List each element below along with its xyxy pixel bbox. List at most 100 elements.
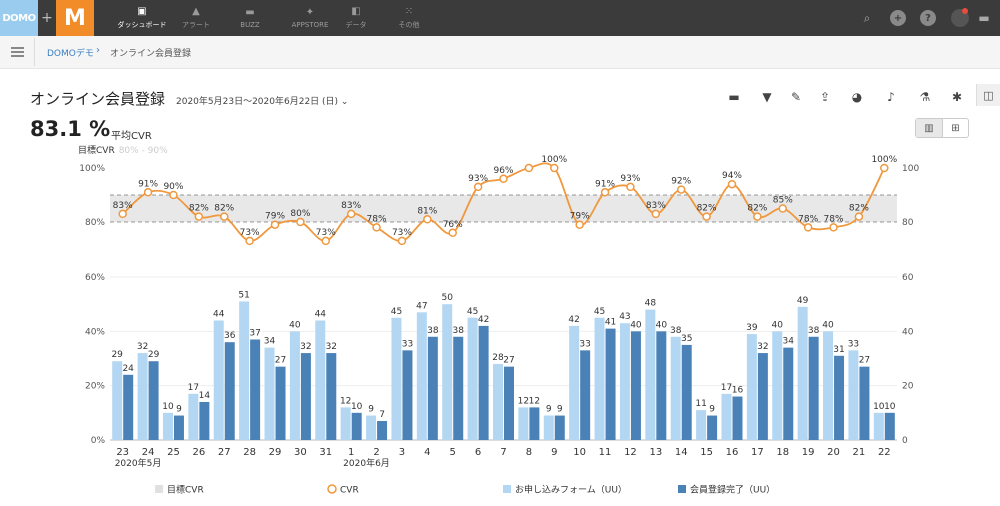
x-tick-label: 16 <box>726 447 739 458</box>
cvr-point <box>803 223 813 232</box>
bar-form-uu <box>594 317 605 440</box>
bar-registration-uu <box>554 415 565 440</box>
cvr-data-label: 81% <box>417 206 437 216</box>
cvr-data-label: 78% <box>798 214 818 224</box>
y-tick-label-right: 40 <box>902 327 914 337</box>
y-tick-label-left: 100% <box>79 164 105 174</box>
cvr-point <box>702 212 711 221</box>
x-month-label: 2020年6月 <box>343 457 390 469</box>
cvr-point <box>651 209 661 219</box>
bar-form-uu <box>391 317 402 440</box>
bar-registration-uu <box>250 339 261 440</box>
bar-form-uu <box>873 412 884 440</box>
y-tick-label-left: 60% <box>85 273 105 283</box>
bar-form-uu <box>772 331 783 440</box>
cvr-point <box>245 236 254 246</box>
bar-data-label: 12 <box>529 396 540 406</box>
bar-data-label: 17 <box>188 383 199 393</box>
y-tick-label-left: 0% <box>91 436 106 446</box>
bar-data-label: 38 <box>808 326 820 336</box>
bar-form-uu <box>721 393 732 440</box>
bar-data-label: 24 <box>122 364 134 374</box>
cvr-data-label: 100% <box>871 155 897 165</box>
bar-form-uu <box>467 317 478 440</box>
cvr-point <box>829 223 838 232</box>
bar-data-label: 27 <box>859 356 870 366</box>
cvr-data-label: 100% <box>541 155 567 165</box>
cvr-data-label: 90% <box>163 182 183 192</box>
bar-data-label: 34 <box>264 337 276 347</box>
x-tick-label: 25 <box>167 447 180 458</box>
cvr-data-label: 73% <box>240 228 260 238</box>
cvr-point <box>448 228 457 238</box>
bar-data-label: 35 <box>681 334 692 344</box>
bar-data-label: 10 <box>873 402 885 412</box>
bar-registration-uu <box>351 412 362 440</box>
x-tick-label: 2 <box>373 447 379 458</box>
bar-data-label: 40 <box>822 320 834 330</box>
cvr-data-label: 83% <box>646 201 666 211</box>
bar-data-label: 31 <box>833 345 844 355</box>
bar-form-uu <box>442 304 453 440</box>
bar-registration-uu <box>478 325 489 440</box>
x-tick-label: 4 <box>424 447 430 458</box>
bar-registration-uu <box>656 331 667 440</box>
bar-registration-uu <box>173 415 184 440</box>
bar-data-label: 39 <box>746 323 758 333</box>
cvr-point <box>473 182 483 192</box>
cvr-data-label: 83% <box>341 201 361 211</box>
cvr-data-label: 79% <box>265 212 285 222</box>
cvr-combo-chart: 100% 10080% 8060% 6040% 4020% 200% 02924233229… <box>79 155 919 496</box>
bar-form-uu <box>137 353 148 440</box>
bar-data-label: 27 <box>503 356 514 366</box>
x-tick-label: 7 <box>500 447 506 458</box>
bar-form-uu <box>188 393 199 440</box>
bar-registration-uu <box>808 336 819 440</box>
x-tick-label: 31 <box>319 447 332 458</box>
cvr-data-label: 78% <box>824 214 844 224</box>
cvr-data-label: 82% <box>189 204 209 214</box>
cvr-data-label: 93% <box>468 174 488 184</box>
cvr-data-label: 82% <box>747 204 767 214</box>
bar-registration-uu <box>630 331 641 440</box>
x-tick-label: 17 <box>751 447 764 458</box>
x-tick-label: 6 <box>475 447 481 458</box>
bar-data-label: 9 <box>368 405 374 415</box>
bar-data-label: 32 <box>137 342 148 352</box>
bar-data-label: 42 <box>568 315 579 325</box>
bar-data-label: 11 <box>695 399 706 409</box>
cvr-data-label: 78% <box>367 214 387 224</box>
bar-registration-uu <box>580 350 591 440</box>
bar-data-label: 9 <box>546 405 552 415</box>
cvr-point <box>524 163 534 173</box>
cvr-point <box>753 212 762 221</box>
bar-data-label: 45 <box>391 307 402 317</box>
cvr-point <box>575 220 584 229</box>
bar-registration-uu <box>707 415 718 440</box>
bar-registration-uu <box>504 366 514 440</box>
bar-data-label: 51 <box>238 290 249 300</box>
x-tick-label: 13 <box>649 447 662 458</box>
bar-registration-uu <box>757 353 768 440</box>
cvr-point <box>372 223 381 232</box>
bar-form-uu <box>645 309 656 440</box>
bar-data-label: 12 <box>518 396 529 406</box>
bar-registration-uu <box>884 412 895 440</box>
y-tick-label-right: 60 <box>902 273 914 283</box>
bar-form-uu <box>670 336 681 440</box>
bar-data-label: 42 <box>478 315 489 325</box>
bar-form-uu <box>289 331 300 440</box>
bar-data-label: 38 <box>670 326 682 336</box>
bar-registration-uu <box>199 401 210 440</box>
cvr-point <box>270 220 280 229</box>
cvr-point <box>169 190 178 200</box>
bar-data-label: 9 <box>557 405 563 415</box>
bar-registration-uu <box>224 342 235 440</box>
bar-data-label: 43 <box>619 312 630 322</box>
x-tick-label: 28 <box>243 447 256 458</box>
x-tick-label: 10 <box>573 447 586 458</box>
bar-data-label: 7 <box>379 410 385 420</box>
x-tick-label: 3 <box>399 447 405 458</box>
bar-data-label: 40 <box>656 320 668 330</box>
cvr-data-label: 73% <box>316 228 336 238</box>
